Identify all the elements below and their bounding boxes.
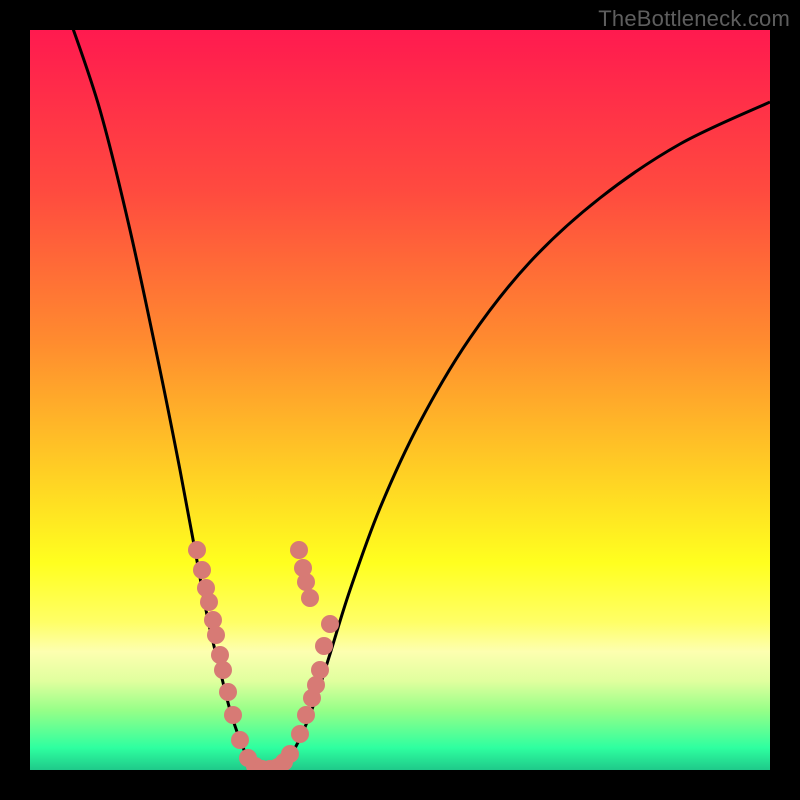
data-dot bbox=[290, 541, 308, 559]
data-dot bbox=[321, 615, 339, 633]
watermark-text: TheBottleneck.com bbox=[598, 6, 790, 32]
data-dot bbox=[193, 561, 211, 579]
right-curve bbox=[265, 102, 770, 770]
left-curve bbox=[70, 30, 265, 770]
data-dot bbox=[231, 731, 249, 749]
data-dot bbox=[297, 706, 315, 724]
plot-area bbox=[30, 30, 770, 770]
chart-frame: TheBottleneck.com bbox=[0, 0, 800, 800]
data-dot bbox=[211, 646, 229, 664]
data-dot bbox=[219, 683, 237, 701]
data-dot bbox=[294, 559, 312, 577]
data-dot bbox=[311, 661, 329, 679]
data-dot bbox=[315, 637, 333, 655]
data-dot bbox=[291, 725, 309, 743]
data-dot bbox=[207, 626, 225, 644]
data-dot bbox=[188, 541, 206, 559]
curves-layer bbox=[30, 30, 770, 770]
data-dot bbox=[224, 706, 242, 724]
data-dot bbox=[214, 661, 232, 679]
data-dot bbox=[281, 745, 299, 763]
scatter-dots bbox=[188, 541, 339, 770]
data-dot bbox=[301, 589, 319, 607]
data-dot bbox=[200, 593, 218, 611]
data-dot bbox=[204, 611, 222, 629]
